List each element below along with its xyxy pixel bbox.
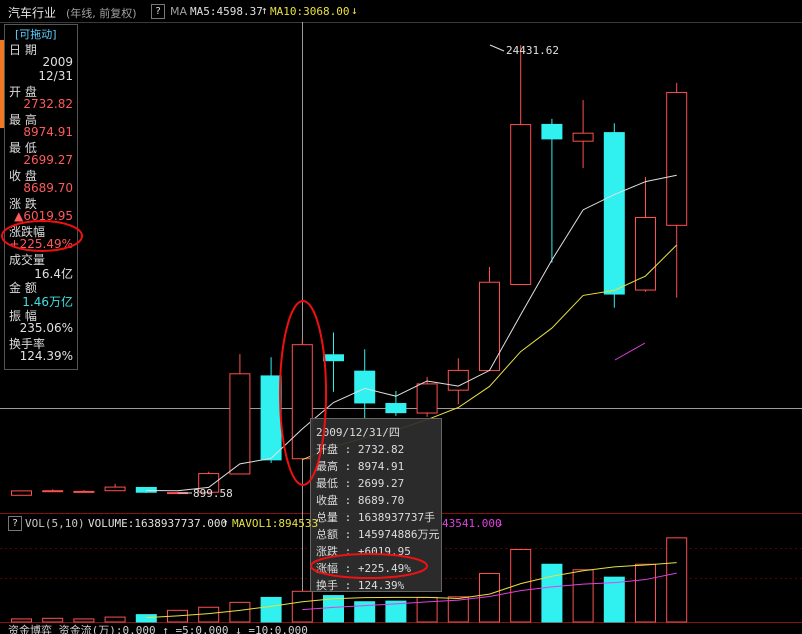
mavol1-value: MAVOL1:894533 — [232, 517, 319, 530]
close-value-row: 8689.70 — [9, 181, 73, 195]
candlestick[interactable] — [42, 489, 64, 493]
amplitude-value: 235.06% — [19, 321, 73, 335]
volume-bar[interactable] — [666, 537, 688, 623]
volume-bar[interactable] — [635, 563, 656, 623]
volume-bar[interactable] — [260, 596, 282, 623]
tooltip-pct: 涨幅 : +225.49% — [316, 562, 411, 575]
tooltip-date: 2009/12/31/四 — [316, 426, 400, 439]
max-price-pointer — [489, 44, 505, 52]
amount-value-row: 1.46万亿 — [9, 293, 73, 309]
candlestick[interactable] — [603, 123, 625, 308]
candle-body — [666, 91, 688, 226]
year-row: 2009 — [9, 55, 73, 69]
volume-bar[interactable] — [11, 618, 32, 623]
drag-handle[interactable]: [可拖动] — [15, 26, 73, 42]
candlestick[interactable] — [479, 267, 500, 372]
candle-body — [323, 354, 344, 362]
change-value-row: ▲6019.95 — [9, 209, 73, 223]
candlestick[interactable] — [416, 376, 438, 417]
turnover-value-row: 124.39% — [9, 349, 73, 363]
tooltip-low: 最低 : 2699.27 — [316, 477, 405, 490]
candlestick[interactable] — [229, 354, 251, 475]
tooltip-change: 涨跌 : +6019.95 — [316, 545, 411, 558]
candlestick[interactable] — [354, 349, 376, 421]
capital-flow-bar: 资金博弈 资金流(万):0.000 ↑ =5:0.000 ↓ =10:0.000 — [0, 624, 802, 634]
high-value: 8974.91 — [23, 125, 73, 139]
volume-bar[interactable] — [104, 616, 126, 623]
candle-body — [354, 370, 376, 404]
candlestick[interactable] — [447, 358, 469, 405]
high-value-row: 8974.91 — [9, 125, 73, 139]
volume-help-button[interactable]: ? — [8, 516, 22, 531]
volume-bar[interactable] — [572, 569, 594, 623]
candle-body — [447, 369, 469, 391]
volume-up-arrow-icon: ↑ — [222, 516, 229, 529]
tooltip-close: 收盘 : 8689.70 — [316, 494, 405, 507]
candle-body — [260, 375, 282, 461]
amplitude-value-row: 235.06% — [9, 321, 73, 335]
candle-body — [42, 490, 64, 493]
volume-bar[interactable] — [229, 601, 251, 623]
low-value-row: 2699.27 — [9, 153, 73, 167]
volume-bar[interactable] — [603, 576, 625, 623]
year-value: 2009 — [42, 55, 73, 69]
open-value-row: 2732.82 — [9, 97, 73, 111]
candle-body — [385, 403, 407, 414]
volume-indicator-label[interactable]: VOL(5,10) — [25, 517, 85, 530]
change-value: ▲6019.95 — [14, 209, 73, 223]
low-value: 2699.27 — [23, 153, 73, 167]
tooltip-high: 最高 : 8974.91 — [316, 460, 405, 473]
mavol2-down-arrow-icon: ↓ — [497, 516, 504, 529]
candle-body — [541, 123, 563, 140]
volume-bar[interactable] — [73, 618, 95, 623]
candle-body — [135, 486, 157, 493]
date-value: 12/31 — [38, 69, 73, 83]
candlestick[interactable] — [323, 332, 344, 392]
candle-body — [11, 490, 32, 496]
candle-body — [73, 490, 95, 493]
tooltip-turnover: 换手 : 124.39% — [316, 579, 405, 592]
candlestick[interactable] — [73, 490, 95, 493]
candlestick[interactable] — [510, 45, 532, 286]
open-value: 2732.82 — [23, 97, 73, 111]
turnover-value: 124.39% — [19, 349, 73, 363]
volume-bar[interactable] — [291, 590, 313, 623]
candlestick[interactable] — [104, 483, 126, 492]
candle-body — [416, 383, 438, 414]
capital-flow-text: 资金博弈 资金流(万):0.000 ↑ =5:0.000 ↓ =10:0.000 — [8, 624, 308, 634]
candle-body — [104, 486, 126, 492]
volume-value: VOLUME:1638937737.000 — [88, 517, 228, 530]
volume-bar[interactable] — [42, 617, 64, 623]
tooltip-open: 开盘 : 2732.82 — [316, 443, 405, 456]
crosshair-tooltip: 2009/12/31/四 开盘 : 2732.82 最高 : 8974.91 最… — [310, 418, 442, 592]
volume-bar[interactable] — [135, 614, 157, 623]
indicator-stub-line — [614, 342, 646, 361]
candle-body — [603, 132, 625, 295]
candlestick[interactable] — [635, 176, 656, 292]
volume-info-bar: ? VOL(5,10) VOLUME:1638937737.000 ↑ MAVO… — [0, 516, 802, 531]
volume-value-row: 16.4亿 — [9, 265, 73, 281]
max-price-label: 24431.62 — [506, 44, 559, 57]
date-value-row: 12/31 — [9, 69, 73, 83]
candlestick[interactable] — [11, 490, 32, 496]
candlestick[interactable] — [541, 118, 563, 263]
candlestick[interactable] — [260, 357, 282, 463]
volume-bar[interactable] — [541, 563, 563, 623]
pct-value-row: +225.49% — [9, 237, 73, 251]
min-price-label: 899.58 — [193, 487, 233, 500]
candle-body — [229, 373, 251, 475]
mavol2-value: 43541.000 — [442, 517, 502, 530]
candlestick[interactable] — [666, 82, 688, 298]
candle-body — [572, 132, 594, 142]
data-window-panel[interactable]: [可拖动] 日 期 2009 12/31 开 盘 2732.82 最 高 897… — [4, 24, 78, 370]
close-value: 8689.70 — [23, 181, 73, 195]
candlestick[interactable] — [572, 100, 594, 169]
pct-value: +225.49% — [9, 237, 73, 251]
candle-body — [510, 124, 532, 286]
